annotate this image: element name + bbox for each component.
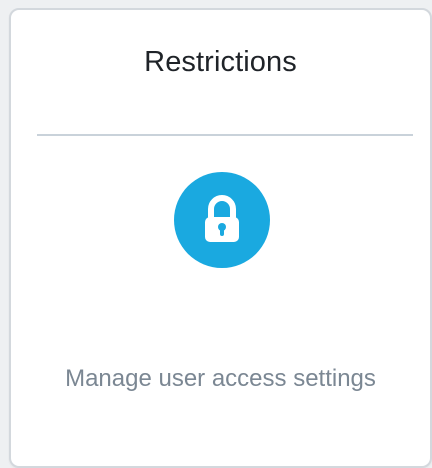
card-title: Restrictions xyxy=(144,46,297,78)
lock-icon-badge xyxy=(174,172,270,268)
lock-icon xyxy=(205,195,239,242)
divider xyxy=(37,134,413,136)
restrictions-card[interactable]: Restrictions Manage user access settings xyxy=(9,8,432,468)
card-description: Manage user access settings xyxy=(65,365,376,392)
